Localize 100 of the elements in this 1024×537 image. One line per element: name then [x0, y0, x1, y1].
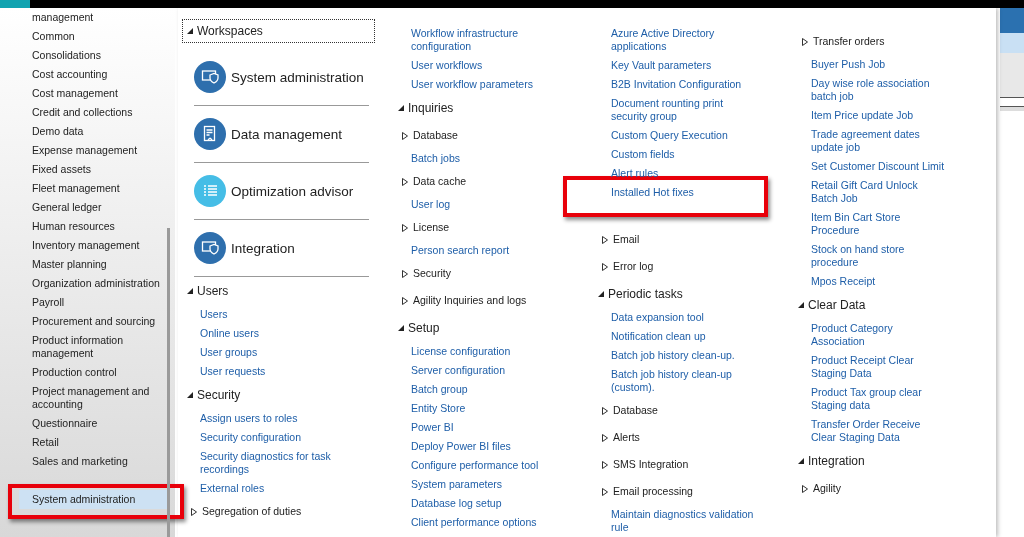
sidebar-item[interactable]: Human resources [19, 217, 167, 236]
section-header[interactable]: Periodic tasks [593, 280, 783, 308]
menu-link[interactable]: Product Receipt Clear Staging Data [811, 351, 946, 383]
menu-link[interactable]: Installed Hot fixes [563, 176, 768, 217]
sidebar-item[interactable]: management [19, 8, 167, 27]
menu-link[interactable]: Security configuration [200, 428, 360, 447]
collapsed-group[interactable]: Agility Inquiries and logs [393, 287, 583, 314]
section-header[interactable]: Security [182, 381, 375, 409]
menu-link[interactable]: License configuration [411, 342, 546, 361]
section-header[interactable]: Clear Data [793, 291, 993, 319]
sidebar-item[interactable]: Expense management [19, 141, 167, 160]
menu-link[interactable]: Day wise role association batch job [811, 74, 946, 106]
sidebar-item[interactable]: General ledger [19, 198, 167, 217]
menu-link[interactable]: Assign users to roles [200, 409, 360, 428]
menu-link[interactable]: Notification clean up [611, 327, 756, 346]
sidebar-item[interactable]: Demo data [19, 122, 167, 141]
sidebar-item[interactable]: Common [19, 27, 167, 46]
section-header[interactable]: Integration [793, 447, 993, 475]
sidebar-item[interactable]: Inventory management [19, 236, 167, 255]
menu-link[interactable]: Configure performance tool [411, 456, 546, 475]
menu-link[interactable]: Online users [200, 324, 360, 343]
menu-link[interactable]: User workflows [411, 56, 546, 75]
sidebar-item[interactable]: Procurement and sourcing [19, 312, 167, 331]
menu-link[interactable]: Trade agreement dates update job [811, 125, 946, 157]
collapsed-triangle-icon [801, 484, 809, 493]
collapsed-group[interactable]: Agility [793, 475, 993, 502]
menu-link[interactable]: Item Bin Cart Store Procedure [811, 208, 946, 240]
menu-link[interactable]: Database log setup [411, 494, 546, 513]
collapsed-group[interactable]: Alerts [593, 424, 783, 451]
collapsed-group[interactable]: Database [393, 122, 583, 149]
sidebar-item[interactable]: Sales and marketing [19, 452, 167, 471]
sidebar-item[interactable]: Organization administration [19, 274, 167, 293]
sidebar-item[interactable]: Questionnaire [19, 414, 167, 433]
menu-link[interactable]: B2B Invitation Configuration [611, 75, 756, 94]
menu-link[interactable]: Product Category Association [811, 319, 946, 351]
collapsed-group[interactable]: Segregation of duties [182, 498, 375, 525]
menu-link[interactable]: Stock on hand store procedure [811, 240, 946, 272]
section-header[interactable]: Workspaces [182, 19, 375, 43]
workspace-tile[interactable]: Integration [194, 220, 369, 277]
sidebar-item[interactable]: Fleet management [19, 179, 167, 198]
sidebar-item[interactable]: Fixed assets [19, 160, 167, 179]
menu-link[interactable]: Azure Active Directory applications [611, 24, 756, 56]
menu-link[interactable]: Batch jobs [411, 149, 546, 168]
menu-link[interactable]: Client performance options [411, 513, 546, 532]
section-header[interactable]: Inquiries [393, 94, 583, 122]
menu-link[interactable]: Batch job history clean-up (custom). [611, 365, 756, 397]
section-header[interactable]: Users [182, 277, 375, 305]
sidebar-item[interactable]: Credit and collections [19, 103, 167, 122]
menu-link[interactable]: External roles [200, 479, 360, 498]
menu-link[interactable]: Workflow infrastructure configuration [411, 24, 546, 56]
menu-link[interactable]: Retail Gift Card Unlock Batch Job [811, 176, 946, 208]
collapsed-group[interactable]: Email processing [593, 478, 783, 505]
workspace-tile[interactable]: System administration [194, 49, 369, 106]
menu-link[interactable]: User workflow parameters [411, 75, 546, 94]
collapsed-group[interactable]: Error log [593, 253, 783, 280]
sidebar-item[interactable]: Payroll [19, 293, 167, 312]
menu-link[interactable]: Custom Query Execution [611, 126, 756, 145]
menu-link[interactable]: Deploy Power BI files [411, 437, 546, 456]
menu-link[interactable]: Entity Store [411, 399, 546, 418]
menu-link[interactable]: User requests [200, 362, 360, 381]
menu-link[interactable]: Person search report [411, 241, 546, 260]
scrollbar[interactable] [167, 228, 170, 537]
menu-link[interactable]: System parameters [411, 475, 546, 494]
menu-link[interactable]: Server configuration [411, 361, 546, 380]
menu-link[interactable]: Buyer Push Job [811, 55, 946, 74]
section-header[interactable]: Setup [393, 314, 583, 342]
menu-link[interactable]: Custom fields [611, 145, 756, 164]
menu-link[interactable]: Key Vault parameters [611, 56, 756, 75]
menu-link[interactable]: Product Tax group clear Staging data [811, 383, 946, 415]
collapsed-group[interactable]: License [393, 214, 583, 241]
menu-link[interactable]: Users [200, 305, 360, 324]
collapsed-group[interactable]: Security [393, 260, 583, 287]
sidebar-item[interactable]: Cost accounting [19, 65, 167, 84]
menu-link[interactable]: Item Price update Job [811, 106, 946, 125]
workspace-tile[interactable]: Data management [194, 106, 369, 163]
menu-link[interactable]: Power BI [411, 418, 546, 437]
menu-link[interactable]: Maintain diagnostics validation rule [611, 505, 756, 537]
collapsed-group[interactable]: Email [593, 226, 783, 253]
menu-link[interactable]: User log [411, 195, 546, 214]
workspace-tile[interactable]: Optimization advisor [194, 163, 369, 220]
menu-link[interactable]: Security diagnostics for task recordings [200, 447, 360, 479]
menu-link[interactable]: Batch job history clean-up. [611, 346, 756, 365]
menu-link[interactable]: Document rounting print security group [611, 94, 756, 126]
sidebar-item[interactable]: Master planning [19, 255, 167, 274]
sidebar-item[interactable]: Retail [19, 433, 167, 452]
sidebar-item[interactable]: System administration [19, 490, 167, 509]
menu-link[interactable]: Data expansion tool [611, 308, 756, 327]
collapsed-group[interactable]: SMS Integration [593, 451, 783, 478]
menu-link[interactable]: Mpos Receipt [811, 272, 946, 291]
sidebar-item[interactable]: Consolidations [19, 46, 167, 65]
menu-link[interactable]: User groups [200, 343, 360, 362]
menu-link[interactable]: Batch group [411, 380, 546, 399]
sidebar-item[interactable]: Cost management [19, 84, 167, 103]
menu-link[interactable]: Transfer Order Receive Clear Staging Data [811, 415, 946, 447]
sidebar-item[interactable]: Product information management [19, 331, 167, 363]
sidebar-item[interactable]: Project management and accounting [19, 382, 167, 414]
menu-link[interactable]: Set Customer Discount Limit [811, 157, 946, 176]
sidebar-item[interactable]: Production control [19, 363, 167, 382]
collapsed-group[interactable]: Database [593, 397, 783, 424]
collapsed-group[interactable]: Transfer orders [793, 28, 993, 55]
